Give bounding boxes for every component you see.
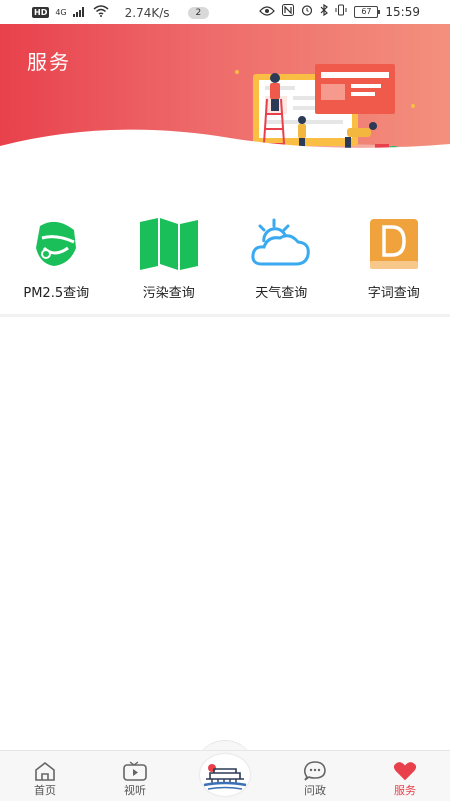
header-banner: 服务 [0,24,450,164]
service-dictionary[interactable]: 字词查询 [338,200,450,312]
service-label: 天气查询 [255,286,308,301]
service-label: PM2.5查询 [23,286,90,301]
bluetooth-icon [320,3,329,19]
section-divider [0,314,450,317]
banner-wave [0,129,450,164]
network-speed: 2.74K/s [124,5,170,20]
nav-item-service[interactable]: 服务 [375,751,435,801]
weather-cloud-icon [249,216,313,272]
eye-icon [259,5,276,19]
nav-label: 服务 [394,784,416,797]
nav-item-home[interactable]: 首页 [15,751,75,801]
nav-item-inquiry[interactable]: 问政 [285,751,345,801]
city-logo-icon[interactable] [200,754,250,796]
heart-icon [393,761,417,781]
network-type: 4G [55,8,67,17]
status-bar: HD 4G 2.74K/s 2 67 15:59 [0,0,450,24]
service-grid: PM2.5查询 污染查询 天气查询 字词查询 [0,200,450,312]
service-label: 字词查询 [367,286,420,301]
nav-label: 视听 [124,784,146,797]
service-label: 污染查询 [142,286,195,301]
mask-icon [24,216,88,272]
nav-label: 问政 [304,784,326,797]
clock-time: 15:59 [385,4,420,19]
wifi-icon [93,5,109,20]
service-weather[interactable]: 天气查询 [225,200,337,312]
notification-count-badge: 2 [187,6,210,19]
chat-icon [303,761,327,781]
nfc-icon [282,4,295,19]
nav-item-media[interactable]: 视听 [105,751,165,801]
nav-label: 首页 [34,784,56,797]
dictionary-icon [362,216,426,272]
map-icon [137,216,201,272]
page-title: 服务 [27,50,71,74]
video-icon [123,761,147,781]
signal-icon [72,6,87,20]
home-icon [33,761,57,781]
service-pm25[interactable]: PM2.5查询 [0,200,112,312]
hd-indicator: HD [32,7,50,18]
vibrate-icon [335,4,347,19]
service-pollution[interactable]: 污染查询 [113,200,225,312]
alarm-icon [301,4,313,19]
battery-icon: 67 [354,5,381,18]
